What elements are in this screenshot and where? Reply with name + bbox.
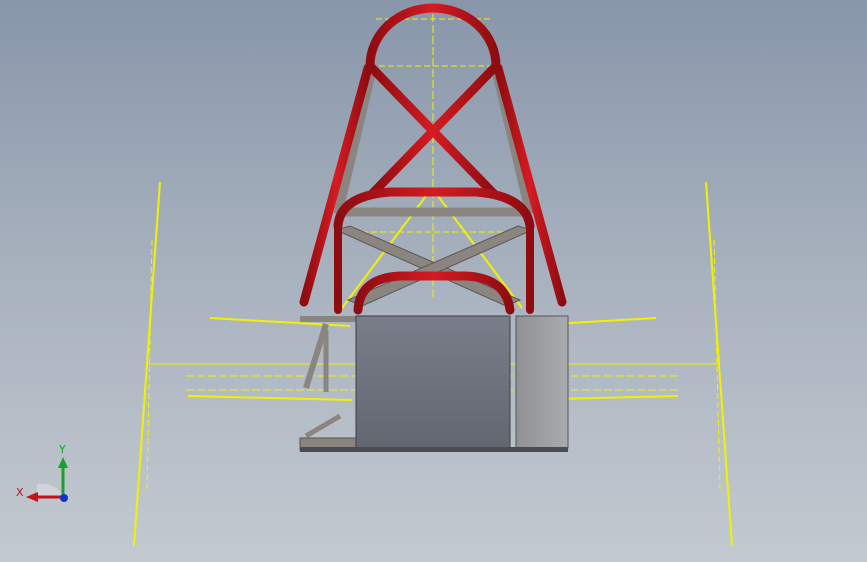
chassis-model-view[interactable] [0, 0, 867, 562]
coordinate-triad-icon[interactable]: Y X [14, 440, 78, 510]
triad-plane [35, 482, 65, 497]
floor-plate [300, 447, 568, 452]
side-panel [515, 315, 569, 449]
firewall-panel [355, 315, 511, 451]
y-arrow-head [58, 457, 68, 468]
x-arrow-head [26, 492, 38, 502]
y-axis-label: Y [58, 443, 66, 456]
cad-graphics-viewport[interactable]: Y X [0, 0, 867, 562]
x-axis-label: X [16, 486, 24, 499]
z-axis-dot [60, 494, 68, 502]
